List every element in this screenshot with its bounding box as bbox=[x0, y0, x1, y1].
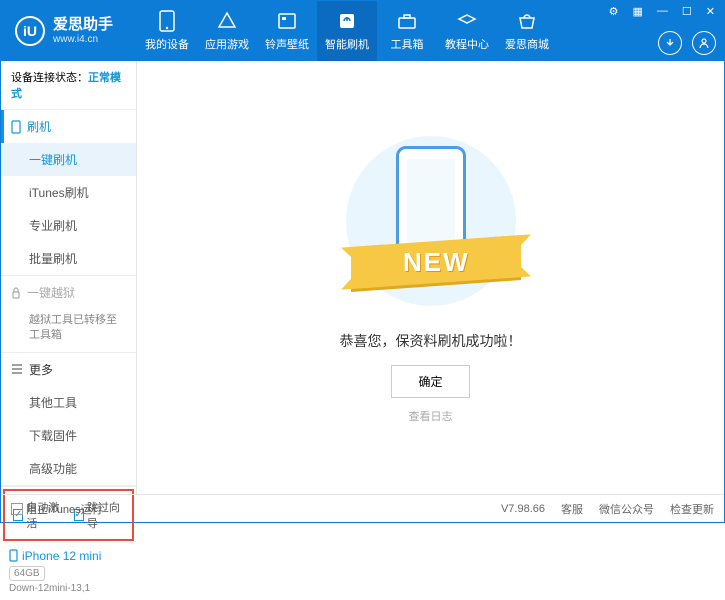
phone-icon bbox=[11, 120, 21, 134]
flash-icon bbox=[336, 10, 358, 32]
nav-tutorials[interactable]: 教程中心 bbox=[437, 1, 497, 61]
group-label: 一键越狱 bbox=[27, 284, 75, 301]
group-label: 更多 bbox=[29, 361, 53, 378]
toolbox-icon bbox=[396, 10, 418, 32]
sidebar-item-batch-flash[interactable]: 批量刷机 bbox=[1, 242, 136, 275]
device-storage: 64GB bbox=[9, 566, 45, 581]
nav-label: 应用游戏 bbox=[205, 36, 249, 52]
nav-store[interactable]: 爱思商城 bbox=[497, 1, 557, 61]
ok-button[interactable]: 确定 bbox=[391, 365, 469, 398]
sidebar: 设备连接状态：正常模式 刷机 一键刷机 iTunes刷机 专业刷机 批量刷机 一… bbox=[1, 61, 137, 494]
nav-label: 教程中心 bbox=[445, 36, 489, 52]
ribbon-text: NEW bbox=[402, 247, 469, 278]
device-panel[interactable]: iPhone 12 mini 64GB Down-12mini-13,1 bbox=[1, 543, 136, 600]
sidebar-item-pro-flash[interactable]: 专业刷机 bbox=[1, 209, 136, 242]
checkbox-block-itunes[interactable]: 阻止iTunes运行 bbox=[11, 501, 103, 517]
footer-service[interactable]: 客服 bbox=[561, 501, 583, 517]
main-content: NEW 恭喜您，保资料刷机成功啦！ 确定 查看日志 bbox=[137, 61, 724, 494]
device-firmware: Down-12mini-13,1 bbox=[9, 583, 128, 594]
version-label: V7.98.66 bbox=[501, 503, 545, 515]
close-button[interactable]: ✕ bbox=[703, 3, 718, 20]
logo-icon: iU bbox=[15, 16, 45, 46]
nav-label: 我的设备 bbox=[145, 36, 189, 52]
group-label: 刷机 bbox=[27, 118, 51, 135]
nav-ringtones[interactable]: 铃声壁纸 bbox=[257, 1, 317, 61]
sidebar-item-oneclick-flash[interactable]: 一键刷机 bbox=[1, 143, 136, 176]
main-nav: 我的设备 应用游戏 铃声壁纸 智能刷机 工具箱 教程中心 bbox=[137, 1, 557, 61]
sidebar-group-jailbreak: 一键越狱 bbox=[1, 276, 136, 309]
skin-button[interactable]: ▦ bbox=[630, 3, 646, 20]
titlebar: iU 爱思助手 www.i4.cn 我的设备 应用游戏 铃声壁纸 智能刷机 bbox=[1, 1, 724, 61]
nav-label: 智能刷机 bbox=[325, 36, 369, 52]
footer-update[interactable]: 检查更新 bbox=[670, 501, 714, 517]
nav-my-device[interactable]: 我的设备 bbox=[137, 1, 197, 61]
app-name: 爱思助手 bbox=[53, 17, 113, 34]
apps-icon bbox=[216, 10, 238, 32]
device-name: iPhone 12 mini bbox=[9, 549, 128, 563]
nav-label: 爱思商城 bbox=[505, 36, 549, 52]
maximize-button[interactable]: ☐ bbox=[679, 3, 695, 20]
status-label: 设备连接状态： bbox=[11, 72, 88, 84]
sidebar-group-more[interactable]: 更多 bbox=[1, 353, 136, 386]
connection-status: 设备连接状态：正常模式 bbox=[1, 61, 136, 110]
store-icon bbox=[516, 10, 538, 32]
user-area bbox=[658, 31, 716, 55]
sidebar-item-other-tools[interactable]: 其他工具 bbox=[1, 386, 136, 419]
footer: 阻止iTunes运行 V7.98.66 客服 微信公众号 检查更新 bbox=[1, 494, 724, 522]
lock-icon bbox=[11, 287, 21, 299]
success-illustration: NEW bbox=[341, 131, 521, 311]
app-logo: iU 爱思助手 www.i4.cn bbox=[1, 16, 127, 46]
app-site: www.i4.cn bbox=[53, 34, 113, 45]
minimize-button[interactable]: — bbox=[654, 3, 671, 20]
nav-toolbox[interactable]: 工具箱 bbox=[377, 1, 437, 61]
nav-label: 工具箱 bbox=[391, 36, 424, 52]
nav-apps[interactable]: 应用游戏 bbox=[197, 1, 257, 61]
menu-icon bbox=[11, 364, 23, 374]
device-icon bbox=[156, 10, 178, 32]
view-log-link[interactable]: 查看日志 bbox=[409, 408, 453, 424]
sidebar-item-advanced[interactable]: 高级功能 bbox=[1, 452, 136, 485]
download-icon[interactable] bbox=[658, 31, 682, 55]
footer-wechat[interactable]: 微信公众号 bbox=[599, 501, 654, 517]
window-controls: ⚙ ▦ — ☐ ✕ bbox=[606, 3, 718, 20]
settings-button[interactable]: ⚙ bbox=[606, 3, 622, 20]
nav-label: 铃声壁纸 bbox=[265, 36, 309, 52]
checkbox-label: 阻止iTunes运行 bbox=[26, 501, 103, 517]
success-message: 恭喜您，保资料刷机成功啦！ bbox=[340, 331, 522, 351]
jailbreak-note: 越狱工具已转移至工具箱 bbox=[1, 309, 136, 352]
wallpaper-icon bbox=[276, 10, 298, 32]
sidebar-group-flash[interactable]: 刷机 bbox=[1, 110, 136, 143]
sidebar-item-itunes-flash[interactable]: iTunes刷机 bbox=[1, 176, 136, 209]
user-icon[interactable] bbox=[692, 31, 716, 55]
sidebar-item-download-firmware[interactable]: 下载固件 bbox=[1, 419, 136, 452]
tutorial-icon bbox=[456, 10, 478, 32]
phone-icon bbox=[9, 549, 18, 562]
nav-flash[interactable]: 智能刷机 bbox=[317, 1, 377, 61]
